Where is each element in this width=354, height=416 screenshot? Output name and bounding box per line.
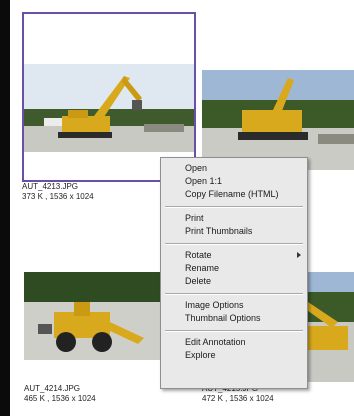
menu-separator [165,243,303,245]
loader-photo [24,272,164,360]
excavator-photo [24,14,194,180]
menu-item-delete[interactable]: Delete [161,275,307,287]
thumbnail-1-info: 373 K , 1536 x 1024 [22,192,94,201]
menu-item-rotate[interactable]: Rotate [161,249,307,261]
menu-item-image-options[interactable]: Image Options [161,299,307,311]
thumbnail-loader[interactable] [24,272,164,360]
excavator-photo [202,70,354,170]
menu-separator [165,330,303,332]
menu-separator [165,206,303,208]
menu-item-thumbnail-options[interactable]: Thumbnail Options [161,312,307,324]
menu-item-explore[interactable]: Explore [161,349,307,361]
menu-item-print-thumbnails[interactable]: Print Thumbnails [161,225,307,237]
context-menu: Open Open 1:1 Copy Filename (HTML) Print… [160,157,308,389]
thumbnail-3-info: 465 K , 1536 x 1024 [24,394,96,403]
menu-item-copy-filename-html[interactable]: Copy Filename (HTML) [161,188,307,200]
menu-item-edit-annotation[interactable]: Edit Annotation [161,336,307,348]
submenu-arrow-icon [297,252,301,258]
menu-item-open-1-1[interactable]: Open 1:1 [161,175,307,187]
thumbnail-browser-panel: AUT_4213.JPG 373 K , 1536 x 1024 AUT_421… [10,0,354,416]
thumbnail-4-info: 472 K , 1536 x 1024 [202,394,274,403]
thumbnail-3-caption: AUT_4214.JPG 465 K , 1536 x 1024 [24,384,96,404]
menu-item-open[interactable]: Open [161,162,307,174]
thumbnail-1-caption: AUT_4213.JPG 373 K , 1536 x 1024 [22,182,94,202]
thumbnail-excavator-2[interactable] [202,70,354,170]
menu-item-rename[interactable]: Rename [161,262,307,274]
thumbnail-1-filename: AUT_4213.JPG [22,182,79,191]
thumbnail-3-filename: AUT_4214.JPG [24,384,81,393]
menu-item-print[interactable]: Print [161,212,307,224]
menu-separator [165,293,303,295]
